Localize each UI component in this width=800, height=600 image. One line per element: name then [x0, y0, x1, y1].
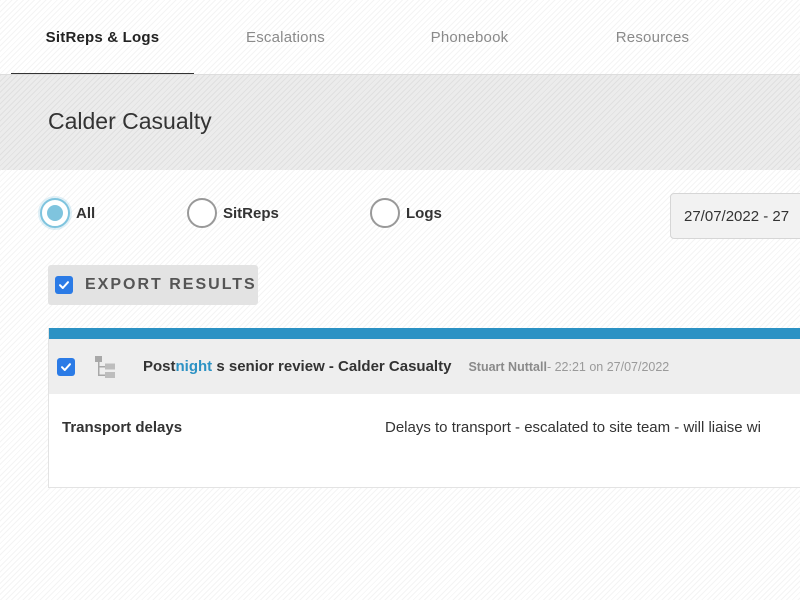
result-row-label: Transport delays	[62, 419, 183, 436]
filter-radio-all[interactable]: All	[40, 197, 95, 229]
page-header: Calder Casualty	[0, 75, 800, 170]
result-card: Postnight s senior review - Calder Casua…	[48, 328, 800, 488]
filter-radio-label: Logs	[406, 204, 442, 222]
tab-resources[interactable]: Resources	[561, 0, 744, 75]
result-row-text: Delays to transport - escalated to site …	[385, 419, 761, 436]
hierarchy-icon	[95, 355, 115, 378]
radio-unselected-icon[interactable]	[187, 198, 217, 228]
result-title-prefix: Post	[143, 358, 176, 375]
filter-radio-sitreps[interactable]: SitReps	[187, 197, 279, 229]
checkbox-checked-icon[interactable]	[55, 276, 73, 294]
radio-selected-icon[interactable]	[40, 198, 70, 228]
result-title[interactable]: Postnight s senior review - Calder Casua…	[143, 358, 451, 375]
radio-unselected-icon[interactable]	[370, 198, 400, 228]
export-results-label: EXPORT RESULTS	[85, 276, 257, 293]
result-select-checkbox[interactable]	[57, 357, 75, 376]
card-accent-bar	[49, 328, 800, 339]
tab-escalations[interactable]: Escalations	[194, 0, 377, 75]
tab-sitreps-logs[interactable]: SitReps & Logs	[11, 0, 194, 75]
tab-phonebook[interactable]: Phonebook	[378, 0, 561, 75]
result-title-highlight: night	[175, 358, 213, 375]
card-header: Postnight s senior review - Calder Casua…	[49, 339, 800, 394]
page-title: Calder Casualty	[48, 108, 212, 134]
filter-radio-label: SitReps	[223, 204, 279, 222]
filter-radio-label: All	[76, 204, 96, 222]
result-title-suffix: s senior review - Calder Casualty	[212, 358, 452, 375]
date-range-input[interactable]: 27/07/2022 - 27	[670, 193, 800, 239]
export-results-button[interactable]: EXPORT RESULTS	[48, 265, 258, 305]
result-timestamp: - 22:21 on 27/07/2022	[546, 359, 670, 374]
result-author: Stuart Nuttall	[468, 359, 547, 374]
filter-radio-logs[interactable]: Logs	[370, 197, 442, 229]
tab-bar: SitReps & Logs Escalations Phonebook Res…	[0, 0, 800, 75]
